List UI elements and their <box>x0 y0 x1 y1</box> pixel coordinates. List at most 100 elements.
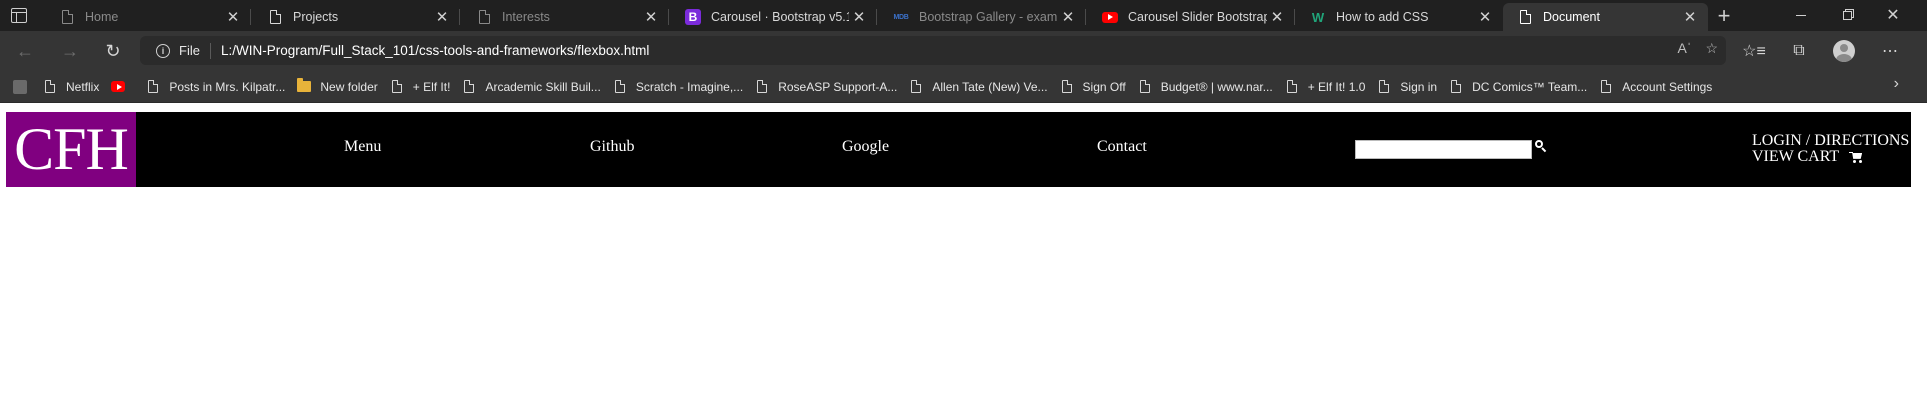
site-logo[interactable]: CFH <box>6 112 136 187</box>
close-icon[interactable]: ✕ <box>641 7 661 27</box>
mdb-icon: MDB <box>893 13 909 21</box>
bookmark-label: Sign in <box>1400 79 1438 94</box>
bookmark-label: RoseASP Support-A... <box>778 79 898 94</box>
browser-toolbar: ← → ↻ i File L:/WIN-Program/Full_Stack_1… <box>0 31 1927 71</box>
bookmark-sign-off[interactable]: Sign Off <box>1054 75 1132 99</box>
bookmark-youtube[interactable] <box>105 75 140 99</box>
close-icon[interactable]: ✕ <box>1267 7 1287 27</box>
search-icon[interactable] <box>1534 139 1548 153</box>
tab-carousel-bootstrap[interactable]: B Carousel · Bootstrap v5.1 ✕ <box>671 3 877 31</box>
youtube-icon <box>1102 9 1118 25</box>
bookmark-dc-comics[interactable]: DC Comics™ Team... <box>1443 75 1593 99</box>
tab-title: Carousel · Bootstrap v5.1 <box>711 10 849 24</box>
youtube-icon <box>111 80 126 94</box>
chevron-right-icon[interactable]: › <box>1894 75 1899 93</box>
bookmark-netflix[interactable]: Netflix <box>37 75 105 99</box>
page-icon <box>1138 80 1152 94</box>
page-icon <box>1599 80 1613 94</box>
bookmark-label: Account Settings <box>1622 79 1713 94</box>
page-icon <box>146 80 160 94</box>
tab-title: Home <box>85 10 119 24</box>
tab-projects[interactable]: Projects ✕ <box>253 3 460 31</box>
avatar-icon <box>1833 40 1855 62</box>
bookmark-arcademic[interactable]: Arcademic Skill Buil... <box>456 75 606 99</box>
bookmark-new-folder[interactable]: New folder <box>291 75 383 99</box>
bookmark-label: Arcademic Skill Buil... <box>485 79 601 94</box>
page-icon <box>909 80 923 94</box>
tab-home[interactable]: Home ✕ <box>45 3 251 31</box>
address-divider <box>209 42 211 59</box>
page-icon <box>1377 80 1391 94</box>
bookmark-sign-in[interactable]: Sign in <box>1371 75 1443 99</box>
tab-title: Carousel Slider Bootstrap 5 <box>1128 10 1267 24</box>
page-icon <box>43 80 57 94</box>
bookmark-elf-it-1[interactable]: + Elf It! 1.0 <box>1279 75 1372 99</box>
settings-menu-icon[interactable]: ⋯ <box>1876 39 1904 63</box>
bookmark-label: Allen Tate (New) Ve... <box>932 79 1048 94</box>
close-icon[interactable]: ✕ <box>1680 7 1700 27</box>
page-icon <box>613 80 627 94</box>
read-aloud-icon[interactable]: A​ˈ <box>1677 40 1691 57</box>
refresh-button[interactable]: ↻ <box>98 38 128 64</box>
close-icon[interactable]: ✕ <box>1058 7 1078 27</box>
forward-button[interactable]: → <box>55 38 85 64</box>
page-icon <box>390 80 404 94</box>
close-icon[interactable]: ✕ <box>849 7 869 27</box>
back-button[interactable]: ← <box>10 38 40 64</box>
folder-icon <box>297 78 312 94</box>
tab-document[interactable]: Document ✕ <box>1503 3 1708 31</box>
new-tab-button[interactable]: + <box>1710 3 1738 28</box>
bookmark-scratch[interactable]: Scratch - Imagine,... <box>607 75 749 99</box>
bookmark-label: DC Comics™ Team... <box>1472 79 1588 94</box>
view-cart-link[interactable]: VIEW CART <box>1752 149 1909 165</box>
tab-bootstrap-gallery[interactable]: MDB Bootstrap Gallery - exampl ✕ <box>879 3 1086 31</box>
page-icon <box>59 9 75 25</box>
bookmark-label: + Elf It! 1.0 <box>1307 79 1366 94</box>
tab-title: Bootstrap Gallery - exampl <box>919 10 1058 24</box>
bookmark-label: New folder <box>320 79 378 94</box>
profile-button[interactable] <box>1830 39 1858 63</box>
page-icon <box>267 9 283 25</box>
tab-title: Document <box>1543 10 1600 24</box>
search-input[interactable] <box>1355 140 1532 159</box>
info-icon[interactable]: i <box>156 43 170 58</box>
tab-how-to-add-css[interactable]: W How to add CSS ✕ <box>1296 3 1503 31</box>
bookmark-account-settings[interactable]: Account Settings <box>1593 75 1718 99</box>
close-icon[interactable]: ✕ <box>1475 7 1495 27</box>
login-directions-link[interactable]: LOGIN / DIRECTIONS <box>1752 133 1909 149</box>
nav-link-menu[interactable]: Menu <box>344 138 381 156</box>
restore-button[interactable] <box>1824 0 1870 30</box>
page-icon <box>1517 9 1533 25</box>
bookmark-roseasp[interactable]: RoseASP Support-A... <box>749 75 903 99</box>
tab-title: Interests <box>502 10 550 24</box>
bookmark-posts[interactable]: Posts in Mrs. Kilpatr... <box>140 75 291 99</box>
window-close-button[interactable]: ✕ <box>1870 0 1916 30</box>
close-icon[interactable]: ✕ <box>223 7 243 27</box>
page-icon <box>1285 80 1299 94</box>
page-icon <box>755 80 769 94</box>
bookmark-allen-tate[interactable]: Allen Tate (New) Ve... <box>903 75 1053 99</box>
nav-link-google[interactable]: Google <box>842 138 889 156</box>
bookmark-label: + Elf It! <box>412 79 451 94</box>
favorites-icon[interactable]: ☆≡ <box>1740 39 1768 63</box>
tab-actions-icon[interactable] <box>11 8 27 23</box>
nav-link-contact[interactable]: Contact <box>1097 138 1147 156</box>
minimize-button[interactable] <box>1778 0 1824 30</box>
url-text[interactable]: L:/WIN-Program/Full_Stack_101/css-tools-… <box>221 43 649 58</box>
tab-carousel-slider[interactable]: Carousel Slider Bootstrap 5 ✕ <box>1088 3 1295 31</box>
favorite-star-icon[interactable]: ☆ <box>1705 40 1718 57</box>
close-icon[interactable]: ✕ <box>432 7 452 27</box>
tab-title: Projects <box>293 10 339 24</box>
collections-icon[interactable]: ⧉ <box>1785 39 1813 63</box>
bookmark-label: Sign Off <box>1082 79 1126 94</box>
address-bar[interactable]: i File L:/WIN-Program/Full_Stack_101/css… <box>140 36 1726 65</box>
page-icon <box>462 80 476 94</box>
bookmark-elf-it[interactable]: + Elf It! <box>384 75 457 99</box>
tab-title: How to add CSS <box>1336 10 1429 24</box>
apps-icon[interactable] <box>13 79 27 94</box>
bookmark-budget[interactable]: Budget® | www.nar... <box>1132 75 1279 99</box>
nav-link-github[interactable]: Github <box>590 138 634 156</box>
site-header: CFH Menu Github Google Contact LOGIN / D… <box>6 112 1911 187</box>
bootstrap-icon: B <box>685 9 701 25</box>
tab-interests[interactable]: Interests ✕ <box>462 3 669 31</box>
